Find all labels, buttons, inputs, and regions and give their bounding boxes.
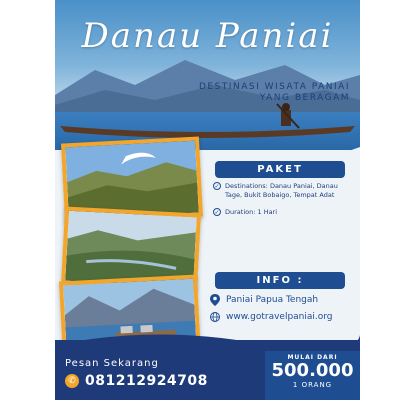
globe-icon bbox=[210, 312, 220, 322]
price-box: MULAI DARI 500.000 1 ORANG bbox=[265, 351, 360, 400]
phone-number[interactable]: 081212924708 bbox=[85, 373, 208, 389]
check-circle-icon: ✓ bbox=[213, 182, 221, 190]
travel-poster: Danau Paniai DESTINASI WISATA PANIAI YAN… bbox=[55, 0, 360, 400]
check-circle-icon: ✓ bbox=[213, 208, 221, 216]
order-cta-text: Pesan Sekarang bbox=[65, 358, 159, 369]
paket-destinations-row: ✓ Destinations: Danau Paniai, Danau Tage… bbox=[213, 182, 353, 200]
location-pin-icon bbox=[210, 294, 220, 306]
info-website-row[interactable]: www.gotravelpaniai.org bbox=[210, 311, 355, 323]
poster-title: Danau Paniai bbox=[81, 16, 334, 56]
paket-duration: Duration: 1 Hari bbox=[225, 208, 278, 216]
paket-label: PAKET bbox=[215, 161, 345, 178]
phone-icon: ✆ bbox=[65, 374, 79, 388]
info-location-row: Paniai Papua Tengah bbox=[210, 294, 355, 306]
poster-subtitle-line2: YANG BERAGAM bbox=[259, 93, 350, 103]
info-website-link[interactable]: www.gotravelpaniai.org bbox=[226, 312, 333, 322]
phone-contact[interactable]: ✆ 081212924708 bbox=[65, 373, 208, 389]
paket-destinations: Destinations: Danau Paniai, Danau Tage, … bbox=[225, 182, 338, 199]
info-location: Paniai Papua Tengah bbox=[226, 295, 319, 305]
paket-duration-row: ✓ Duration: 1 Hari bbox=[213, 208, 353, 217]
info-label: INFO : bbox=[215, 272, 345, 289]
price-unit: 1 ORANG bbox=[292, 381, 333, 389]
poster-subtitle-line1: DESTINASI WISATA PANIAI bbox=[198, 82, 350, 92]
price-amount: 500.000 bbox=[271, 360, 354, 381]
